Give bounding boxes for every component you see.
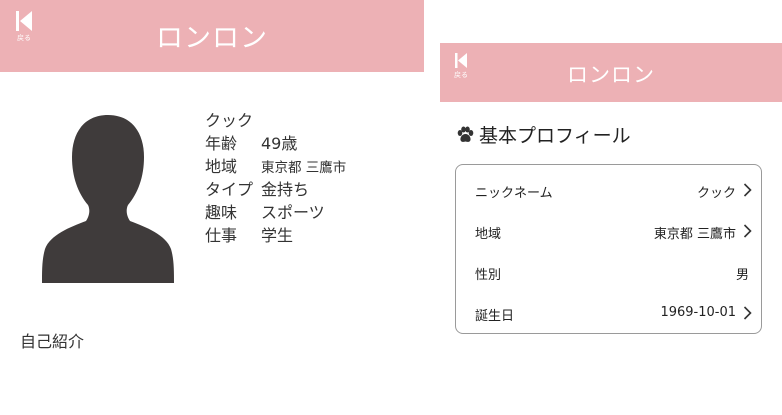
row-value: 東京都 三鷹市 [653, 227, 736, 242]
row-value: 金持ち [261, 180, 310, 199]
profile-row-nickname[interactable]: ニックネーム クック [475, 179, 752, 203]
row-label: 誕生日 [475, 309, 515, 324]
profile-row-area: 地域 東京都 三鷹市 [205, 155, 346, 178]
row-value: クック [696, 186, 736, 201]
app-header: 戻る ロンロン [440, 43, 782, 102]
profile-screen-left: 戻る ロンロン クック 年齢 49歳 地域 東京都 三鷹市 タイプ 金持ち 趣味 スポー… [0, 0, 424, 415]
profile-screen-right: 戻る ロンロン 基本プロフィール ニックネーム クック 地域 東京都 三鷹市 性… [440, 0, 782, 415]
section-title: 基本プロフィール [456, 121, 631, 148]
self-introduction-heading: 自己紹介 [20, 332, 85, 351]
row-value: 男 [735, 268, 749, 283]
chevron-right-icon [743, 183, 752, 197]
chevron-right-icon [743, 224, 752, 238]
row-label: 性別 [475, 268, 502, 283]
row-value: 東京都 三鷹市 [261, 160, 347, 176]
profile-row-area[interactable]: 地域 東京都 三鷹市 [475, 220, 752, 244]
page-title: ロンロン [567, 63, 655, 87]
avatar [42, 111, 174, 283]
row-value: 学生 [261, 226, 294, 245]
profile-row-birthday[interactable]: 誕生日 1969-10-01 [475, 302, 752, 326]
app-header: 戻る ロンロン [0, 0, 424, 72]
row-label: 地域 [205, 157, 238, 176]
row-value: スポーツ [261, 203, 325, 222]
row-label: タイプ [205, 180, 254, 199]
profile-row-type: タイプ 金持ち [205, 178, 346, 201]
profile-row-age: 年齢 49歳 [205, 132, 346, 155]
row-label: ニックネーム [475, 186, 553, 201]
profile-row-hobby: 趣味 スポーツ [205, 201, 346, 224]
chevron-right-icon [743, 306, 752, 320]
section-title-text: 基本プロフィール [479, 125, 631, 147]
row-value: 49歳 [261, 134, 298, 153]
row-label: 趣味 [205, 203, 238, 222]
row-label: 仕事 [205, 226, 238, 245]
paw-icon [457, 126, 474, 142]
basic-profile-card: ニックネーム クック 地域 東京都 三鷹市 性別 男 誕生日 1969-10-0… [455, 164, 762, 334]
person-silhouette-icon [42, 115, 174, 283]
profile-summary: クック 年齢 49歳 地域 東京都 三鷹市 タイプ 金持ち 趣味 スポーツ 仕事 学生 [205, 109, 346, 247]
nickname: クック [205, 111, 254, 130]
profile-row-job: 仕事 学生 [205, 224, 346, 247]
profile-row-gender: 性別 男 [475, 261, 752, 285]
page-title: ロンロン [156, 23, 268, 54]
row-value: 1969-10-01 [660, 305, 736, 320]
row-label: 地域 [475, 227, 502, 242]
row-label: 年齢 [205, 134, 238, 153]
